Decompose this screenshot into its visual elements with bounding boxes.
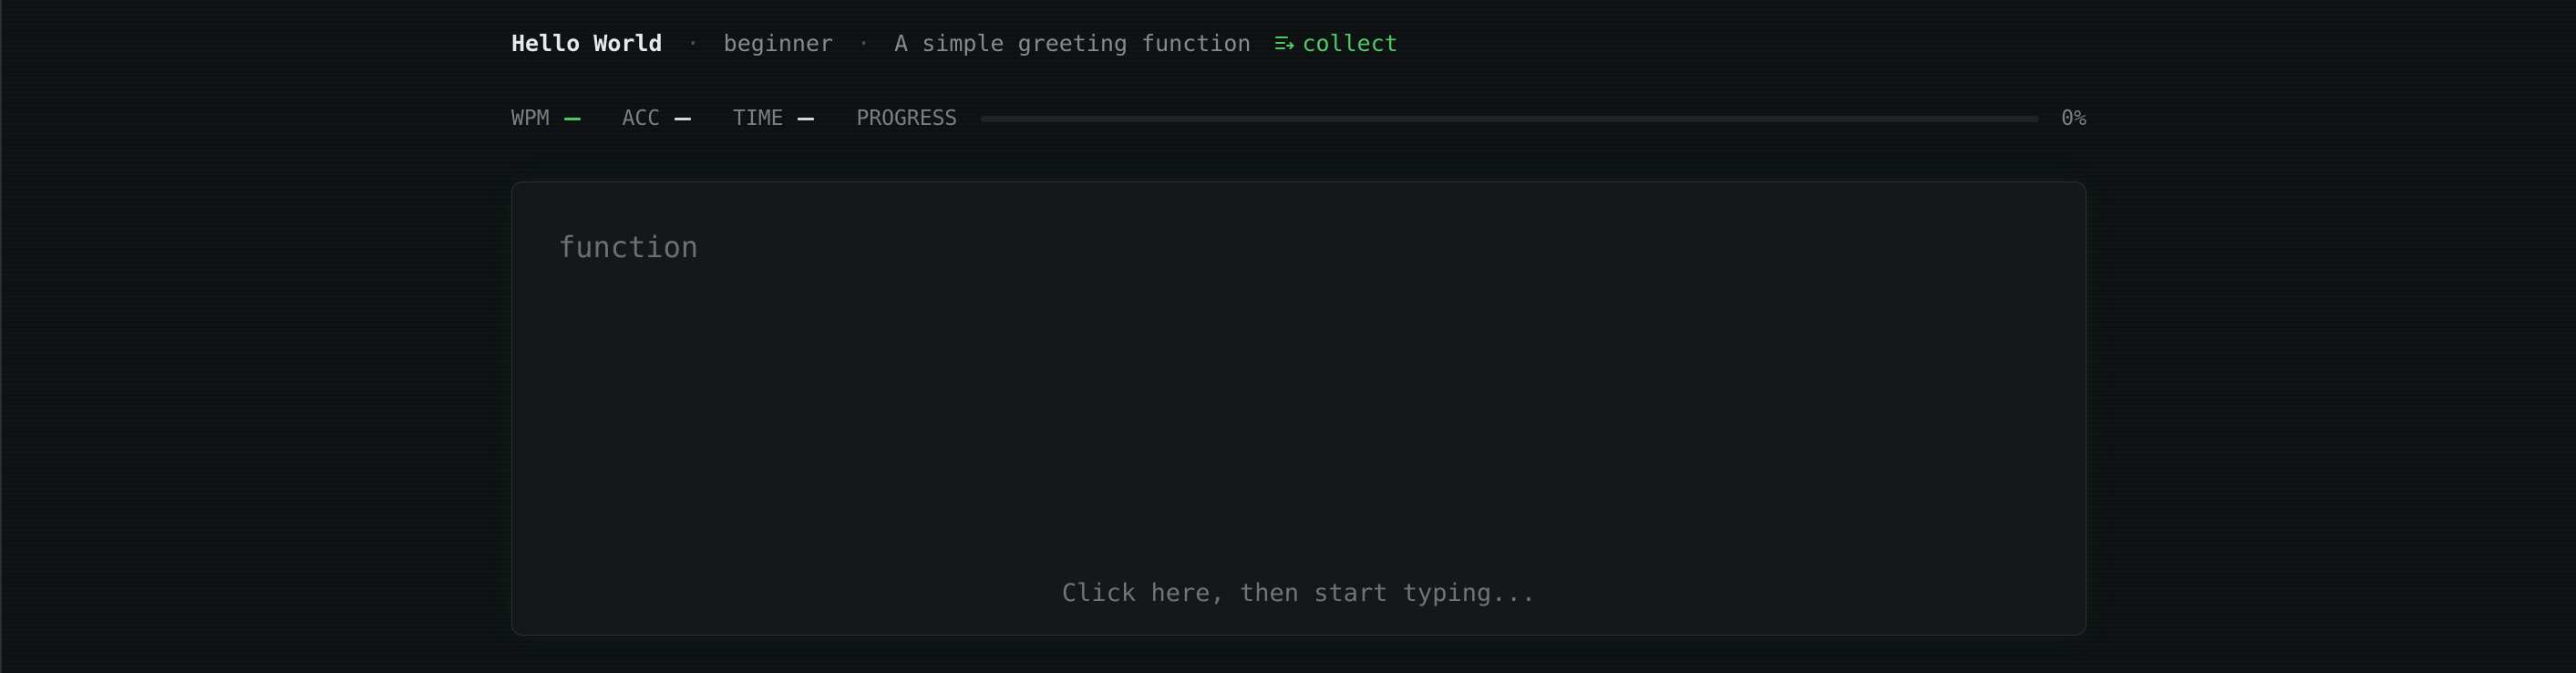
collect-label: collect [1302, 29, 1398, 57]
time-label: TIME [733, 107, 784, 130]
code-text: function [558, 230, 699, 264]
wpm-value-placeholder [563, 117, 581, 120]
playlist-add-icon [1275, 36, 1295, 49]
snippet-description: A simple greeting function [894, 29, 1252, 57]
progress-bar [981, 115, 2040, 122]
separator-dot: · [685, 29, 700, 57]
collect-button[interactable]: collect [1274, 29, 1398, 57]
stats-bar: WPM ACC TIME PROGRESS 0% [511, 102, 2087, 135]
acc-label: ACC [622, 107, 661, 130]
difficulty-level: beginner [723, 29, 834, 57]
separator-dot: · [857, 29, 871, 57]
window-edge [0, 0, 2, 673]
progress-percent: 0% [2061, 107, 2087, 130]
acc-value-placeholder [675, 117, 692, 120]
progress-label: PROGRESS [856, 107, 958, 130]
snippet-header: Hello World · beginner · A simple greeti… [511, 26, 1398, 60]
start-typing-hint: Click here, then start typing... [1061, 579, 1537, 607]
typing-area[interactable]: function Click here, then start typing..… [511, 181, 2087, 636]
snippet-title: Hello World [511, 29, 663, 57]
wpm-label: WPM [511, 107, 550, 130]
time-value-placeholder [798, 117, 815, 120]
